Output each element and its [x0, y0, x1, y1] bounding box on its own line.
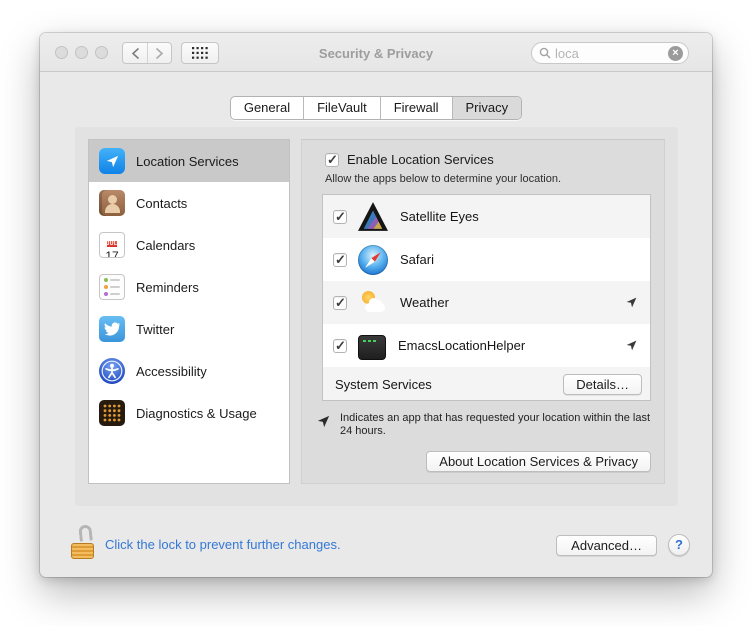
- app-name: Weather: [400, 295, 449, 310]
- app-row-emacslocationhelper[interactable]: EmacsLocationHelper: [323, 324, 650, 367]
- app-row-satellite-eyes[interactable]: Satellite Eyes: [323, 195, 650, 238]
- recent-location-icon: [625, 296, 638, 309]
- location-services-panel: Enable Location Services Allow the apps …: [301, 139, 665, 484]
- sidebar-item-twitter[interactable]: Twitter: [89, 308, 289, 350]
- app-name: Satellite Eyes: [400, 209, 479, 224]
- app-row-safari[interactable]: Safari: [323, 238, 650, 281]
- sidebar-item-label: Accessibility: [136, 364, 207, 379]
- sidebar-item-diagnostics-usage[interactable]: Diagnostics & Usage: [89, 392, 289, 434]
- enable-location-services-label: Enable Location Services: [347, 152, 494, 167]
- calendar-icon: JUL 17: [99, 232, 125, 258]
- system-services-label: System Services: [335, 377, 432, 392]
- lock-message: Click the lock to prevent further change…: [105, 537, 341, 552]
- tab-firewall[interactable]: Firewall: [380, 97, 452, 119]
- sidebar-item-label: Calendars: [136, 238, 195, 253]
- tab-privacy[interactable]: Privacy: [452, 97, 522, 119]
- app-checkbox[interactable]: [333, 210, 347, 224]
- tab-filevault[interactable]: FileVault: [303, 97, 380, 119]
- recent-location-icon: [625, 339, 638, 352]
- location-apps-list: Satellite Eyes Safari Weather EmacsLoca: [322, 194, 651, 401]
- details-button[interactable]: Details…: [563, 374, 642, 395]
- location-arrow-icon: [99, 148, 125, 174]
- contacts-book-icon: [99, 190, 125, 216]
- panel-description: Allow the apps below to determine your l…: [325, 173, 561, 185]
- tab-general[interactable]: General: [231, 97, 303, 119]
- diagnostics-grid-icon: [99, 400, 125, 426]
- search-input[interactable]: [555, 46, 668, 61]
- sidebar-item-label: Location Services: [136, 154, 239, 169]
- app-name: Safari: [400, 252, 434, 267]
- recent-location-note: Indicates an app that has requested your…: [316, 412, 652, 438]
- lock-body: [71, 543, 94, 559]
- clear-search-icon[interactable]: ×: [668, 46, 683, 61]
- app-checkbox[interactable]: [333, 339, 347, 353]
- app-checkbox[interactable]: [333, 253, 347, 267]
- reminders-list-icon: [99, 274, 125, 300]
- sidebar-item-contacts[interactable]: Contacts: [89, 182, 289, 224]
- sidebar-item-label: Contacts: [136, 196, 187, 211]
- accessibility-figure-icon: [99, 358, 125, 384]
- advanced-button[interactable]: Advanced…: [556, 535, 657, 556]
- about-location-services-button[interactable]: About Location Services & Privacy: [426, 451, 651, 472]
- sidebar-item-accessibility[interactable]: Accessibility: [89, 350, 289, 392]
- twitter-bird-icon: [99, 316, 125, 342]
- search-field[interactable]: ×: [531, 42, 689, 64]
- sidebar-item-label: Reminders: [136, 280, 199, 295]
- preference-tabs: General FileVault Firewall Privacy: [40, 96, 712, 120]
- calendar-month-label: JUL: [107, 241, 118, 247]
- sidebar-item-label: Diagnostics & Usage: [136, 406, 257, 421]
- emacslocationhelper-app-icon: [358, 335, 386, 360]
- recent-location-note-text: Indicates an app that has requested your…: [340, 412, 652, 438]
- weather-app-icon: [358, 288, 388, 318]
- app-name: EmacsLocationHelper: [398, 338, 525, 353]
- lock-shackle: [78, 524, 93, 541]
- sidebar-item-location-services[interactable]: Location Services: [89, 140, 289, 182]
- title-bar: Security & Privacy ×: [40, 33, 712, 72]
- privacy-sidebar: Location Services Contacts JUL 17 Calend…: [88, 139, 290, 484]
- security-privacy-window: Security & Privacy × General FileVault F…: [40, 33, 712, 577]
- lock-icon[interactable]: [68, 524, 98, 562]
- sidebar-item-reminders[interactable]: Reminders: [89, 266, 289, 308]
- location-arrow-note-icon: [316, 414, 331, 429]
- help-button[interactable]: ?: [668, 534, 690, 556]
- sidebar-item-label: Twitter: [136, 322, 174, 337]
- app-checkbox[interactable]: [333, 296, 347, 310]
- app-row-weather[interactable]: Weather: [323, 281, 650, 324]
- enable-location-services-checkbox[interactable]: [325, 153, 339, 167]
- satellite-eyes-app-icon: [358, 202, 388, 232]
- privacy-content: Location Services Contacts JUL 17 Calend…: [75, 127, 678, 506]
- sidebar-item-calendars[interactable]: JUL 17 Calendars: [89, 224, 289, 266]
- calendar-day-label: 17: [105, 249, 118, 258]
- enable-location-services-row: Enable Location Services: [325, 152, 494, 167]
- search-icon: [539, 47, 551, 59]
- system-services-row: System Services Details…: [323, 367, 650, 401]
- safari-app-icon: [358, 245, 388, 275]
